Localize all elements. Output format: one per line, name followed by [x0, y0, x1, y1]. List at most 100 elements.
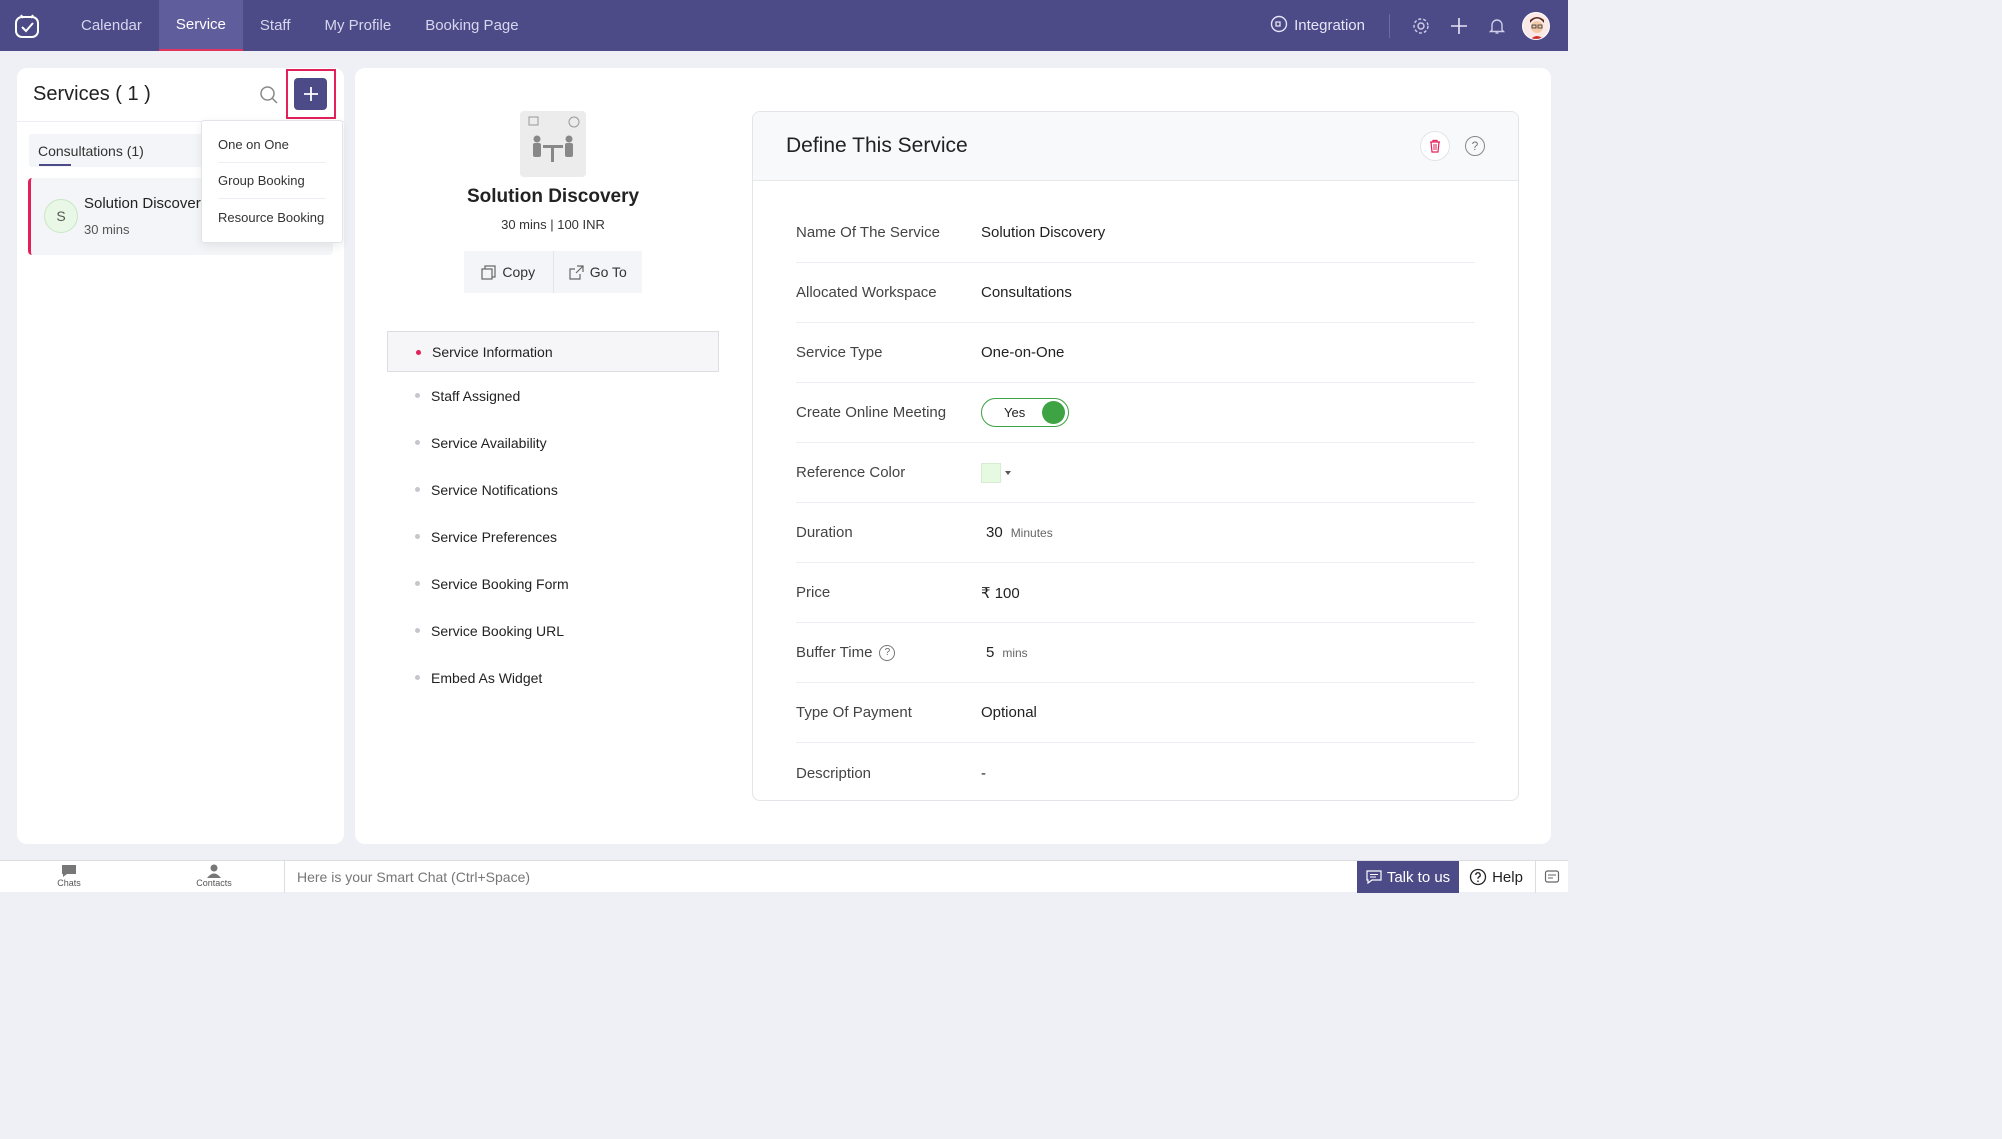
- message-icon: [1366, 870, 1382, 884]
- copy-icon: [481, 264, 497, 280]
- menu-label: Service Information: [432, 343, 553, 360]
- service-duration-price: 30 mins | 100 INR: [501, 217, 605, 232]
- duration-value[interactable]: 30: [986, 524, 1003, 541]
- delete-service-button[interactable]: [1420, 131, 1450, 161]
- menu-service-booking-url[interactable]: Service Booking URL: [387, 607, 719, 654]
- notification-bell-icon[interactable]: [1478, 0, 1516, 51]
- online-meeting-toggle[interactable]: Yes: [981, 398, 1069, 427]
- service-item-name: Solution Discovery: [84, 195, 208, 212]
- top-right-actions: Integration: [1270, 0, 1550, 51]
- talk-to-us-label: Talk to us: [1386, 868, 1451, 886]
- field-row-payment-type: Type Of Payment Optional: [796, 683, 1475, 743]
- menu-item-group-booking[interactable]: Group Booking: [218, 163, 326, 199]
- add-service-button[interactable]: [294, 78, 327, 110]
- menu-service-booking-form[interactable]: Service Booking Form: [387, 560, 719, 607]
- smart-chat-input[interactable]: Here is your Smart Chat (Ctrl+Space): [284, 861, 1356, 893]
- chats-button[interactable]: Chats: [39, 864, 99, 888]
- field-row-price: Price ₹ 100: [796, 563, 1475, 623]
- service-section-menu: Service Information Staff Assigned Servi…: [387, 331, 719, 701]
- field-label: Name Of The Service: [796, 224, 940, 241]
- menu-service-availability[interactable]: Service Availability: [387, 419, 719, 466]
- workspace-tab-underline: [39, 164, 71, 166]
- menu-service-notifications[interactable]: Service Notifications: [387, 466, 719, 513]
- toggle-knob: [1042, 401, 1065, 424]
- menu-item-one-on-one[interactable]: One on One: [218, 127, 326, 163]
- contacts-person-icon: [207, 864, 221, 878]
- service-name-value[interactable]: Solution Discovery: [981, 224, 1105, 241]
- menu-item-resource-booking[interactable]: Resource Booking: [218, 199, 326, 235]
- service-type-value[interactable]: One-on-One: [981, 344, 1064, 361]
- external-link-icon: [569, 264, 584, 280]
- menu-service-information[interactable]: Service Information: [387, 331, 719, 372]
- menu-label: Staff Assigned: [431, 387, 521, 404]
- field-row-duration: Duration 30 Minutes: [796, 503, 1475, 563]
- menu-embed-as-widget[interactable]: Embed As Widget: [387, 654, 719, 701]
- chat-bubble-icon: [62, 865, 76, 877]
- chats-label: Chats: [57, 878, 81, 888]
- integration-icon: [1270, 15, 1288, 37]
- field-row-name: Name Of The Service Solution Discovery: [796, 203, 1475, 263]
- field-label: Duration: [796, 524, 853, 541]
- workspace-value[interactable]: Consultations: [981, 284, 1072, 301]
- field-label: Buffer Time: [796, 644, 873, 661]
- services-header: Services ( 1 ): [17, 68, 344, 122]
- service-title: Solution Discovery: [466, 186, 640, 207]
- duration-unit: Minutes: [1010, 525, 1053, 540]
- nav-tab-booking-page[interactable]: Booking Page: [408, 0, 535, 51]
- service-item-duration: 30 mins: [84, 222, 130, 237]
- add-plus-icon[interactable]: [1440, 0, 1478, 51]
- nav-tab-staff[interactable]: Staff: [243, 0, 308, 51]
- service-thumbnail-image: [520, 111, 586, 177]
- nav-tab-service[interactable]: Service: [158, 0, 243, 51]
- menu-label: Service Booking URL: [431, 622, 565, 639]
- add-service-dropdown: One on One Group Booking Resource Bookin…: [201, 120, 343, 243]
- field-label: Price: [796, 584, 831, 601]
- service-actions: Copy Go To: [464, 251, 642, 293]
- menu-staff-assigned[interactable]: Staff Assigned: [387, 372, 719, 419]
- description-value[interactable]: -: [981, 765, 986, 782]
- contacts-button[interactable]: Contacts: [184, 864, 244, 888]
- field-label: Service Type: [796, 344, 883, 361]
- help-circle-icon: [1469, 868, 1487, 886]
- app-logo-icon[interactable]: [12, 11, 42, 41]
- user-avatar[interactable]: [1522, 11, 1550, 40]
- menu-label: Embed As Widget: [431, 669, 543, 686]
- caret-down-icon[interactable]: [1005, 470, 1011, 475]
- nav-tab-my-profile[interactable]: My Profile: [308, 0, 409, 51]
- chat-widget-icon[interactable]: [1535, 861, 1568, 893]
- field-row-description: Description -: [796, 743, 1475, 803]
- field-label: Create Online Meeting: [796, 404, 947, 421]
- price-value[interactable]: ₹ 100: [981, 584, 1020, 602]
- field-row-reference-color: Reference Color: [796, 443, 1475, 503]
- help-label: Help: [1492, 868, 1523, 886]
- help-question-icon[interactable]: ?: [879, 644, 896, 661]
- menu-service-preferences[interactable]: Service Preferences: [387, 513, 719, 560]
- field-row-online-meeting: Create Online Meeting Yes: [796, 383, 1475, 443]
- define-service-header: Define This Service ?: [753, 112, 1518, 181]
- define-service-card: Define This Service ? Name Of The Servic…: [752, 111, 1519, 801]
- color-picker[interactable]: [981, 462, 1011, 483]
- search-icon[interactable]: [259, 85, 279, 105]
- integration-link[interactable]: Integration: [1270, 13, 1390, 38]
- field-label: Type Of Payment: [796, 704, 912, 721]
- goto-label: Go To: [589, 264, 627, 280]
- service-detail-panel: Solution Discovery 30 mins | 100 INR Cop…: [355, 68, 1551, 844]
- field-row-workspace: Allocated Workspace Consultations: [796, 263, 1475, 323]
- contacts-label: Contacts: [196, 878, 232, 888]
- settings-gear-icon[interactable]: [1402, 0, 1440, 51]
- field-row-service-type: Service Type One-on-One: [796, 323, 1475, 383]
- goto-button[interactable]: Go To: [552, 251, 643, 293]
- toggle-label: Yes: [1004, 405, 1026, 420]
- color-swatch[interactable]: [981, 462, 1001, 483]
- trash-icon: [1430, 139, 1440, 153]
- menu-label: Service Booking Form: [431, 575, 569, 592]
- payment-type-value[interactable]: Optional: [981, 704, 1037, 721]
- help-question-icon[interactable]: ?: [1465, 136, 1485, 156]
- help-button[interactable]: Help: [1460, 861, 1532, 893]
- field-label: Reference Color: [796, 464, 906, 481]
- buffer-time-value[interactable]: 5: [986, 644, 994, 661]
- talk-to-us-button[interactable]: Talk to us: [1357, 861, 1459, 893]
- nav-tab-calendar[interactable]: Calendar: [64, 0, 159, 51]
- copy-button[interactable]: Copy: [464, 251, 553, 293]
- field-label: Description: [796, 764, 872, 782]
